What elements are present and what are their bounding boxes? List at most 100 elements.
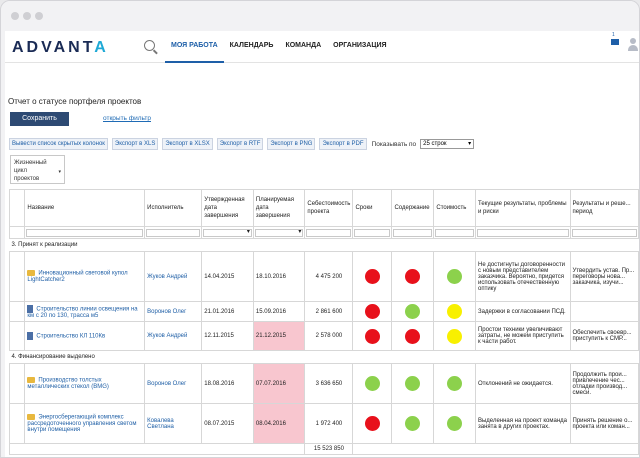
owner-cell: Ковалева Светлана [144,403,203,444]
content-status-indicator [405,416,421,431]
approved-date-cell: 14.04.2015 [201,251,254,302]
nav-organization[interactable]: ОРГАНИЗАЦИЯ [327,31,392,63]
column-header[interactable]: Стоимость [433,189,476,227]
table-row[interactable]: Производство толстых металлических стеко… [8,363,639,404]
owner-link[interactable]: Воронов Олег [147,381,186,387]
approved-filter-select[interactable] [203,228,252,237]
total-cost: 15 523 850 [304,443,354,455]
project-name-cell[interactable]: Строительство КЛ 110Кв [24,321,146,351]
select-cell[interactable] [8,251,26,302]
column-header[interactable]: Планируемая дата завершения [252,189,306,227]
save-button[interactable]: Сохранить [10,112,69,126]
nav-calendar[interactable]: КАЛЕНДАРЬ [224,31,280,63]
timing-status-cell [352,403,393,444]
column-header[interactable]: Сроки [352,189,393,227]
timing-status-indicator [364,269,380,284]
results-filter-input[interactable] [476,228,569,237]
show-hidden-columns-button[interactable]: Вывести список скрытых колонок [9,138,108,150]
project-name-link[interactable]: Производство толстых металлических стеко… [27,378,109,390]
budget-status-cell [433,251,476,302]
owner-link[interactable]: Жуков Андрей [147,333,187,339]
filter-cell [304,226,354,239]
cost-filter-input[interactable] [306,228,352,237]
export-rtf-button[interactable]: Экспорт в RTF [216,138,264,150]
project-name-link[interactable]: Инновационный световой купол LightCatche… [27,271,127,283]
folder-icon [27,270,36,277]
nav-my-work[interactable]: МОЯ РАБОТА [165,31,224,63]
export-xlsx-button[interactable]: Экспорт в XLSX [162,138,213,150]
timing-status-cell [352,251,393,302]
page-size-select[interactable]: 25 строк [420,139,475,149]
open-filter-link[interactable]: открыть фильтр [103,115,151,122]
column-header[interactable]: Содержание [391,189,435,227]
column-header[interactable]: Название [24,189,146,227]
timing-filter-input[interactable] [354,228,391,237]
project-name-link[interactable]: Строительство КЛ 110Кв [36,334,105,340]
content-status-indicator [405,304,421,319]
project-name-cell[interactable]: Энергосберегающий комплекс рассредоточен… [24,403,146,444]
project-name-cell[interactable]: Строительство линии освещения на км с 20… [24,301,146,322]
search-icon[interactable] [144,40,155,51]
logo[interactable]: ADVANTA [12,39,109,57]
filter-row [8,226,639,239]
select-cell[interactable] [8,321,26,351]
name-filter-input[interactable] [26,228,144,237]
mail-icon[interactable] [611,39,619,45]
timing-status-indicator [364,328,380,344]
app-content: ADVANTA МОЯ РАБОТА КАЛЕНДАРЬ КОМАНДА ОРГ… [5,31,639,457]
owner-filter-input[interactable] [146,228,201,237]
page-title: Отчет о статусе портфеля проектов [8,97,142,106]
total-row: 15 523 850 [8,443,639,455]
owner-link[interactable]: Ковалева Светлана [147,418,174,430]
group-row: 4. Финансирование выделено [9,350,639,364]
filter-cell [474,226,571,239]
project-name-cell[interactable]: Инновационный световой купол LightCatche… [24,251,146,302]
select-cell[interactable] [8,403,26,444]
export-png-button[interactable]: Экспорт в PNG [267,138,316,150]
column-header[interactable]: Исполнитель [144,189,203,227]
owner-cell: Воронов Олег [144,363,203,404]
avatar[interactable] [628,38,638,52]
table-row[interactable]: Энергосберегающий комплекс рассредоточен… [8,403,639,444]
column-header[interactable]: Себестоимость проекта [304,189,354,227]
select-cell[interactable] [8,301,26,322]
nav-team[interactable]: КОМАНДА [279,31,327,63]
export-pdf-button[interactable]: Экспорт в PDF [319,138,367,150]
export-xls-button[interactable]: Экспорт в XLS [111,138,159,150]
column-header[interactable]: Текущие результаты, проблемы и риски [474,189,571,227]
approved-date-cell: 21.01.2016 [201,301,254,322]
budget-status-indicator [447,304,463,319]
budget-filter-input[interactable] [435,228,474,237]
select-cell[interactable] [8,363,26,404]
timing-status-indicator [364,304,380,319]
table-row[interactable]: Строительство КЛ 110Кв Жуков Андрей 12.11.… [8,321,639,351]
budget-status-cell [433,301,476,322]
select-column-header [8,189,26,227]
period-cell [569,301,639,322]
lifecycle-label: цикл [14,168,27,174]
budget-status-indicator [447,328,463,344]
period-filter-input[interactable] [571,228,637,237]
timing-status-cell [352,321,393,351]
owner-link[interactable]: Воронов Олег [147,309,186,315]
content-status-cell [391,251,435,302]
planned-filter-select[interactable] [254,228,304,237]
owner-link[interactable]: Жуков Андрей [147,274,187,280]
column-header[interactable]: Утвержденная дата завершения [201,189,254,227]
owner-cell: Жуков Андрей [144,321,203,351]
lifecycle-filter[interactable]: Жизненный цикл проектов ▾ [10,155,65,184]
project-name-link[interactable]: Строительство линии освещения на км с 20… [27,306,137,318]
project-name-cell[interactable]: Производство толстых металлических стеко… [24,363,146,404]
results-cell: Простои техники увеличивают затраты, не … [474,321,571,351]
table-row[interactable]: Инновационный световой купол LightCatche… [8,251,639,302]
table-row[interactable]: Строительство линии освещения на км с 20… [8,301,639,322]
chevron-down-icon: ▾ [58,169,61,175]
project-name-link[interactable]: Энергосберегающий комплекс рассредоточен… [27,415,136,433]
total-spacer [352,443,639,455]
window-chrome [1,1,639,31]
column-header[interactable]: Результаты и реше... период [569,189,639,227]
content-filter-input[interactable] [393,228,433,237]
period-cell: Утвердить устав. Пр... переговоры нова..… [569,251,639,302]
budget-status-cell [433,363,476,404]
filter-cell [201,226,254,239]
